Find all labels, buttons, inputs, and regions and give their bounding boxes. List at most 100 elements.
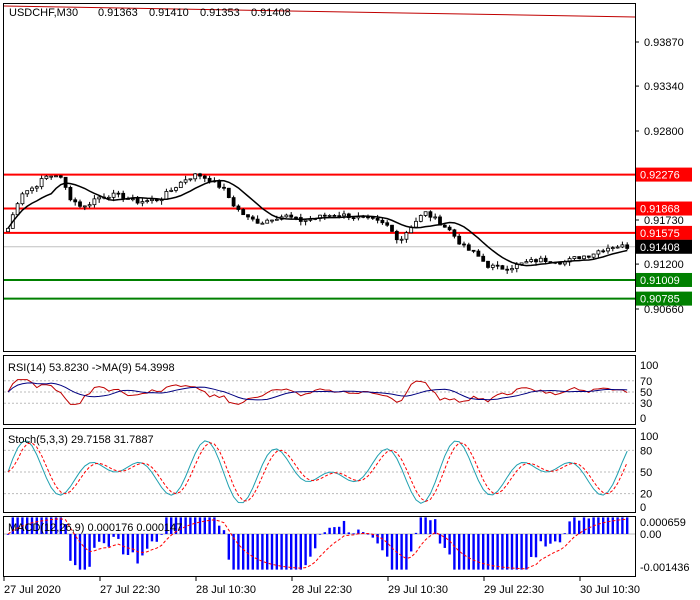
candle-body (106, 196, 111, 199)
candle-body (188, 178, 193, 181)
macd-histogram-bar (299, 534, 302, 570)
current-price-label: 0.91408 (640, 242, 680, 254)
macd-histogram-bar (107, 534, 110, 547)
macd-histogram-bar (381, 534, 384, 551)
candle-body (610, 247, 615, 249)
trading-chart[interactable]: 0.93870 0.93340 0.92800 0.91730 0.91200 0.906… (0, 0, 700, 600)
macd-axis-zero: 0.00 (640, 529, 661, 541)
macd-axis-bottom: -0.001436 (640, 562, 690, 574)
macd-histogram-bar (333, 527, 336, 534)
macd-histogram-bar (338, 526, 341, 534)
time-axis-label: 28 Jul 22:30 (292, 584, 352, 596)
ohlc-low: 0.91353 (200, 7, 240, 19)
candle-body (92, 198, 97, 206)
macd-histogram-bar (314, 534, 317, 549)
macd-histogram-bar (227, 534, 230, 560)
time-axis-label: 29 Jul 22:30 (484, 584, 544, 596)
time-axis-label: 28 Jul 10:30 (196, 584, 256, 596)
macd-histogram-bar (88, 534, 91, 567)
macd-histogram-bar (203, 517, 206, 534)
candle-body (510, 268, 514, 271)
macd-histogram-bar (539, 534, 542, 542)
macd-histogram-bar (606, 517, 610, 534)
candle-body (423, 211, 428, 216)
time-axis-label: 29 Jul 10:30 (388, 584, 448, 596)
candle-body (30, 187, 34, 192)
candle-body (270, 219, 274, 222)
rsi-axis-label: 50 (640, 387, 652, 399)
macd-label: MACD(12,26,9) 0.000176 0.000147 (8, 522, 182, 534)
candle-body (265, 219, 270, 224)
macd-histogram-bar (218, 525, 221, 534)
candle-body (524, 261, 529, 264)
macd-histogram-bar (434, 519, 437, 534)
level-label: 0.91009 (640, 275, 680, 287)
candle-body (385, 222, 390, 226)
macd-histogram-bar (453, 534, 456, 570)
rsi-label: RSI(14) 53.8230 ->MA(9) 54.3998 (8, 362, 175, 374)
macd-histogram-bar (400, 534, 403, 570)
macd-histogram-bar (122, 534, 125, 555)
macd-histogram-bar (198, 517, 202, 534)
level-label: 0.91575 (640, 228, 680, 240)
candle-body (217, 180, 222, 188)
candle-body (73, 199, 78, 203)
macd-histogram-bar (146, 534, 149, 549)
candle-body (505, 268, 510, 271)
candle-body (538, 257, 543, 263)
candle-body (596, 250, 601, 255)
macd-histogram-bar (290, 534, 293, 570)
macd-histogram-bar (429, 520, 432, 534)
time-axis-label: 30 Jul 10:30 (580, 584, 640, 596)
candle-body (294, 216, 298, 219)
stoch-axis-label: 80 (640, 445, 652, 457)
macd-histogram-bar (266, 534, 269, 570)
candle-body (250, 216, 255, 220)
candle-body (490, 264, 495, 268)
macd-histogram-bar (467, 534, 470, 570)
macd-histogram-bar (222, 530, 226, 534)
candle-body (404, 232, 409, 240)
price-axis-label: 0.90660 (644, 304, 684, 316)
candle-body (121, 192, 126, 199)
macd-histogram-bar (194, 517, 197, 534)
candle-body (222, 186, 226, 189)
candle-body (111, 192, 116, 198)
macd-histogram-bar (117, 534, 120, 539)
macd-histogram-bar (520, 534, 523, 570)
macd-histogram-bar (491, 534, 494, 570)
macd-histogram-bar (390, 534, 394, 570)
candle-body (140, 201, 145, 204)
candle-body (390, 224, 394, 232)
level-label: 0.92276 (640, 170, 680, 182)
candle-body (543, 257, 548, 262)
candle-body (586, 255, 591, 258)
stoch-axis-label: 50 (640, 467, 652, 479)
ohlc-open: 0.91363 (98, 7, 138, 19)
macd-histogram-bar (462, 534, 466, 570)
macd-histogram-bar (83, 534, 86, 570)
candle-body (428, 211, 433, 218)
candle-body (39, 178, 44, 188)
macd-histogram-bar (587, 518, 590, 534)
candle-body (135, 198, 140, 204)
candle-body (620, 244, 625, 248)
candle-body (202, 175, 207, 179)
rsi-axis-top: 100 (640, 360, 658, 372)
candle-body (471, 249, 476, 252)
macd-histogram-bar (563, 533, 566, 534)
macd-histogram-bar (78, 534, 82, 570)
macd-histogram-bar (405, 534, 408, 570)
level-label: 0.90785 (640, 294, 680, 306)
macd-histogram-bar (242, 534, 245, 570)
macd-histogram-bar (558, 534, 562, 543)
macd-histogram-bar (189, 517, 192, 534)
candle-body (514, 264, 519, 269)
candle-body (34, 186, 39, 189)
candle-body (97, 196, 102, 200)
macd-histogram-bar (578, 520, 581, 534)
macd-histogram-bar (448, 534, 451, 555)
candle-body (241, 209, 246, 216)
time-axis-label: 27 Jul 22:30 (100, 584, 160, 596)
macd-histogram-bar (424, 517, 427, 534)
